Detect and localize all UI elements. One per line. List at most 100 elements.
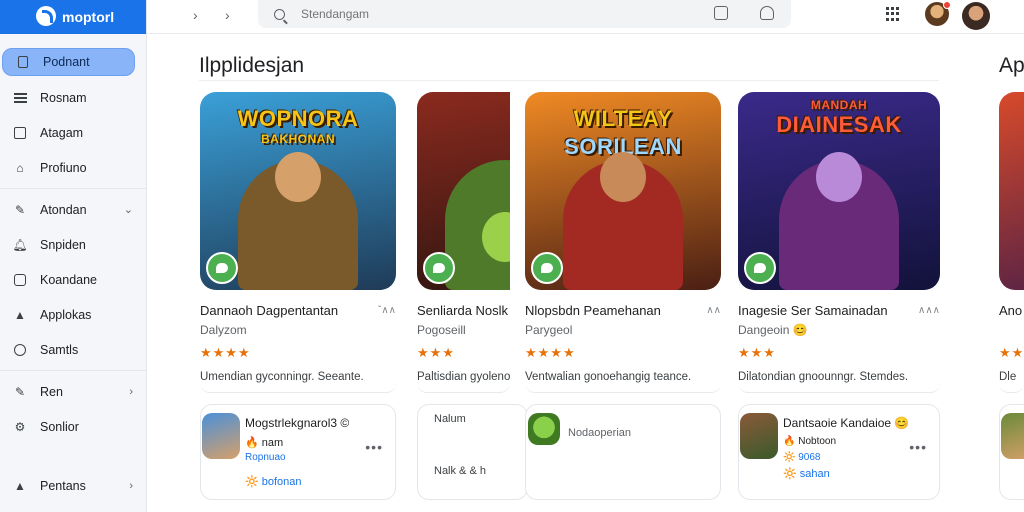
menu-lines-icon xyxy=(13,91,27,105)
bookmark-icon[interactable] xyxy=(714,6,728,20)
sidebar-item-profiuno[interactable]: ⌂ Profiuno xyxy=(0,150,147,185)
chevron-down-icon: ⌄ xyxy=(123,204,133,216)
sidebar-item-pentans[interactable]: ▲ Pentans › xyxy=(0,468,147,503)
chat-badge-icon[interactable] xyxy=(206,252,238,284)
game-cover-image[interactable] xyxy=(999,92,1024,290)
profile-outline-icon[interactable] xyxy=(760,6,774,20)
sidebar-item-atondan[interactable]: ✎ Atondan ⌄ xyxy=(0,192,147,227)
sidebar-item-applokas[interactable]: ▲ Applokas xyxy=(0,297,147,332)
app-name: Nlopsbdn Peamehanan xyxy=(525,303,661,318)
game-cover-image[interactable]: WILTEAY SORILEAN xyxy=(525,92,721,290)
sidebar-item-rosnam[interactable]: Rosnam xyxy=(0,80,147,115)
chat-badge-icon[interactable] xyxy=(744,252,776,284)
app-card[interactable]: HANK Senliarda Noslk Pogoseill ★★★ Palti… xyxy=(417,92,510,393)
app-description: Dle xyxy=(999,371,1024,393)
more-options-icon[interactable]: ••• xyxy=(365,439,383,455)
forward-button[interactable]: › xyxy=(225,7,230,23)
back-button[interactable]: › xyxy=(193,7,198,23)
search-bar[interactable] xyxy=(258,0,791,28)
section-title: Ilpplidesjan xyxy=(199,54,305,77)
sidebar-divider xyxy=(0,188,147,189)
sidebar-item-podnant[interactable]: Podnant xyxy=(2,48,135,76)
sidebar-item-label: Podnant xyxy=(43,55,90,69)
rating-stars: ★★★ xyxy=(417,345,455,360)
review-link[interactable]: 🔆 sahan xyxy=(783,467,830,480)
sidebar-item-sonlior[interactable]: ⚙ Sonlior xyxy=(0,409,147,444)
review-text: Nodaoperian xyxy=(568,427,631,439)
rating-stars: ★★★★ xyxy=(525,345,576,360)
home-icon: ⌂ xyxy=(16,160,24,175)
rating-stars: ★★★ xyxy=(738,345,776,360)
sidebar-item-label: Profiuno xyxy=(40,160,87,175)
app-name: Senliarda Noslk xyxy=(417,303,509,318)
notification-dot xyxy=(943,1,951,9)
sidebar-item-label: Applokas xyxy=(40,307,92,322)
sidebar-item-label: Atondan xyxy=(40,202,87,217)
sidebar-item-label: Rosnam xyxy=(40,90,87,105)
hero-head xyxy=(816,152,862,202)
app-name: Inagesie Ser Samainadan xyxy=(738,303,888,318)
app-developer: Parygeol xyxy=(525,323,573,337)
app-developer: Pogoseill xyxy=(417,323,466,337)
pencil-icon: ✎ xyxy=(14,202,26,217)
search-input[interactable] xyxy=(301,7,681,21)
sidebar-item-snpiden[interactable]: 🔔︎ Snpiden xyxy=(0,227,147,262)
chevron-right-icon: › xyxy=(129,479,133,492)
game-cover-image[interactable]: HANK xyxy=(417,92,510,290)
person-icon: ▲ xyxy=(14,307,26,322)
sidebar-item-ren[interactable]: ✎ Ren › xyxy=(0,374,147,409)
app-meta: ∧∧∧ xyxy=(918,305,940,316)
review-meta: 🔥 nam xyxy=(245,437,284,449)
app-card[interactable]: MANDAH DIAINESAK Inagesie Ser Samainadan… xyxy=(738,92,940,393)
sidebar-item-label: Pentans xyxy=(40,478,86,493)
app-card[interactable]: WOPNORA BAKHONAN Dannaoh Dagpentantan ˇ∧… xyxy=(200,92,396,393)
sidebar-item-label: Samtls xyxy=(40,342,79,357)
review-card[interactable]: Nalum Nalk & & h xyxy=(417,404,528,500)
notification-avatar[interactable] xyxy=(925,1,951,26)
app-developer: Dangeoin 😊 xyxy=(738,323,808,337)
sidebar-item-label: Atagam xyxy=(40,125,84,140)
section-divider xyxy=(199,80,939,81)
logo-bar[interactable]: moptorl xyxy=(0,0,146,34)
review-card[interactable] xyxy=(999,404,1024,500)
review-card[interactable]: Mogstrlekgnarol3 © 🔥 nam Ropnuao 🔆 bofon… xyxy=(200,404,396,500)
image-icon xyxy=(13,273,27,287)
cover-title-line-1: WOPNORA xyxy=(237,106,359,131)
person-icon: ▲ xyxy=(14,478,26,493)
sidebar-item-koandane[interactable]: Koandane xyxy=(0,262,147,297)
review-text: Nalum xyxy=(434,413,466,425)
bell-icon: 🔔︎ xyxy=(12,237,28,252)
apps-grid-icon[interactable] xyxy=(886,7,900,21)
app-meta: ˇ∧∧ xyxy=(378,305,396,316)
reviewer-name: Dantsaoie Kandaioe 😊 xyxy=(783,416,910,430)
sidebar-item-atagam[interactable]: Atagam xyxy=(0,115,147,150)
review-meta: 🔥 Nobtoon xyxy=(783,436,837,447)
review-card[interactable]: Nodaoperian xyxy=(525,404,721,500)
app-description: Ventwalian gonoehangig teance. xyxy=(525,371,721,393)
sidebar-item-label: Sonlior xyxy=(40,419,79,434)
user-avatar[interactable] xyxy=(962,2,990,30)
review-card[interactable]: Dantsaoie Kandaioe 😊 🔥 Nobtoon 🔆 9068 🔆 … xyxy=(738,404,940,500)
app-description: Umendian gyconningr. Seeante. xyxy=(200,371,396,393)
game-cover-image[interactable]: MANDAH DIAINESAK xyxy=(738,92,940,290)
rating-stars: ★★ xyxy=(999,345,1024,360)
review-link[interactable]: 🔆 bofonan xyxy=(245,475,302,488)
cover-title-line-2: DIAINESAK xyxy=(776,112,902,137)
section-title-next: Ap xyxy=(999,54,1024,77)
chevron-right-icon: › xyxy=(129,385,133,398)
chat-badge-icon[interactable] xyxy=(531,252,563,284)
app-window: moptorl Podnant Rosnam Atagam ⌂ Profiuno… xyxy=(0,0,1024,512)
sidebar-divider xyxy=(0,370,147,371)
review-text: Nalk & & h xyxy=(434,465,486,477)
app-card[interactable]: Ano . ★★ Dle xyxy=(999,92,1024,393)
app-card[interactable]: WILTEAY SORILEAN Nlopsbdn Peamehanan ∧∧ … xyxy=(525,92,721,393)
cover-title-line-2: BAKHONAN xyxy=(261,132,335,146)
app-meta: ∧∧ xyxy=(706,305,721,316)
chat-badge-icon[interactable] xyxy=(423,252,455,284)
game-cover-image[interactable]: WOPNORA BAKHONAN xyxy=(200,92,396,290)
more-options-icon[interactable]: ••• xyxy=(909,439,927,455)
cover-title-line-1: MANDAH xyxy=(810,98,868,112)
sidebar-item-samtls[interactable]: Samtls xyxy=(0,332,147,367)
sidebar-nav: Podnant Rosnam Atagam ⌂ Profiuno ✎ Atond… xyxy=(0,44,147,503)
top-bar: › › xyxy=(147,0,1024,34)
